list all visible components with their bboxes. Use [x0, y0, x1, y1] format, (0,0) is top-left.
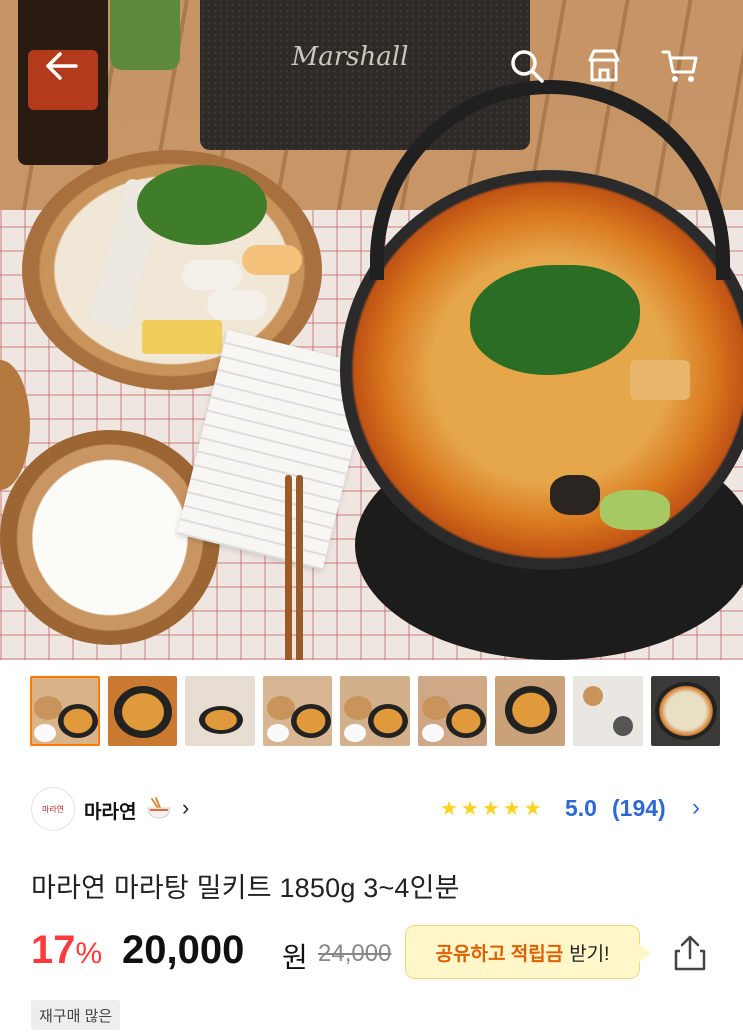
repurchase-badge: 재구매 많은 [31, 1000, 121, 1030]
store-chevron-icon[interactable]: › [182, 795, 189, 821]
share-icon [674, 935, 706, 971]
rating-chevron-icon[interactable]: › [692, 794, 700, 822]
store-home-button[interactable] [582, 44, 626, 88]
original-price: 24,000 [318, 940, 392, 967]
discount-unit: % [75, 937, 103, 970]
star-icon: ★ [523, 798, 542, 820]
rating-stars: ★ ★ ★ ★ ★ [440, 797, 542, 821]
malatang-pot [340, 80, 743, 570]
chopsticks [285, 475, 305, 660]
search-icon [511, 50, 544, 83]
thumbnail-1[interactable] [30, 676, 100, 746]
thumbnail-strip [30, 676, 721, 746]
sale-price: 20,000 [122, 928, 245, 972]
star-icon: ★ [502, 798, 521, 820]
thumbnail-6[interactable] [417, 676, 488, 746]
star-icon: ★ [440, 798, 458, 820]
share-reward-highlight: 공유하고 적립금 [435, 943, 564, 965]
thumbnail-9[interactable] [650, 676, 721, 746]
product-main-image[interactable]: Marshall [0, 0, 743, 660]
thumbnail-2[interactable] [107, 676, 178, 746]
thumbnail-3[interactable] [185, 676, 255, 746]
review-count[interactable]: (194) [612, 795, 666, 822]
noodle-bowl-icon [146, 795, 172, 821]
cart-button[interactable] [658, 44, 702, 88]
discount-value: 17 [31, 928, 76, 972]
price-unit: 원 [282, 942, 308, 973]
store-home-icon [588, 49, 620, 82]
cart-icon [661, 50, 698, 82]
search-button[interactable] [505, 44, 549, 88]
store-logo-text: 마라연 [41, 804, 65, 814]
thumbnail-7[interactable] [495, 676, 565, 746]
rice-bowl [0, 430, 220, 645]
discount-rate: 17% [31, 928, 102, 973]
back-button[interactable] [40, 44, 84, 88]
store-logo[interactable]: 마라연 [31, 787, 75, 831]
rating-score[interactable]: 5.0 [565, 795, 597, 822]
water-bottle [110, 0, 180, 70]
star-icon: ★ [481, 798, 500, 820]
share-reward-text: 받기! [569, 943, 610, 965]
share-button[interactable] [670, 933, 710, 973]
thumbnail-5[interactable] [340, 676, 410, 746]
star-icon: ★ [460, 798, 479, 820]
speaker-logo: Marshall [291, 42, 409, 72]
thumbnail-8[interactable] [572, 676, 643, 746]
store-name[interactable]: 마라연 [84, 797, 136, 824]
share-reward-tooltip[interactable]: 공유하고 적립금 받기! [405, 925, 651, 979]
product-title: 마라연 마라탕 밀키트 1850g 3~4인분 [31, 873, 460, 903]
thumbnail-4[interactable] [262, 676, 333, 746]
back-arrow-icon [46, 52, 78, 80]
